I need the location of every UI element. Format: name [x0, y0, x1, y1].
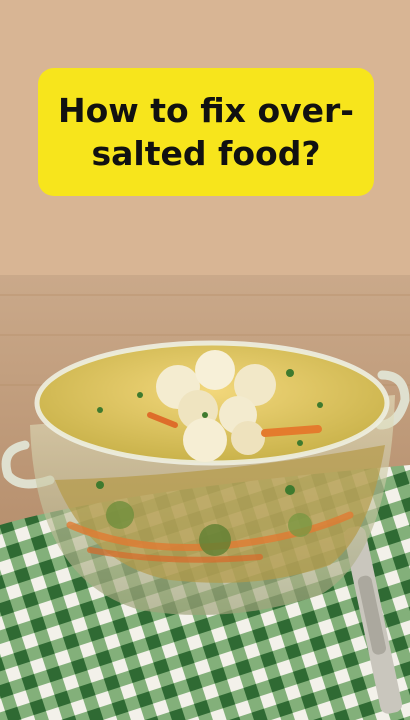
- carrot-slice: [261, 425, 322, 437]
- video-frame: How to fix over-salted food?: [0, 0, 410, 720]
- caption-backdrop: How to fix over-salted food?: [0, 0, 410, 275]
- soup-photo: [0, 275, 410, 720]
- caption-box: How to fix over-salted food?: [38, 68, 374, 196]
- caption-title: How to fix over-salted food?: [58, 91, 354, 173]
